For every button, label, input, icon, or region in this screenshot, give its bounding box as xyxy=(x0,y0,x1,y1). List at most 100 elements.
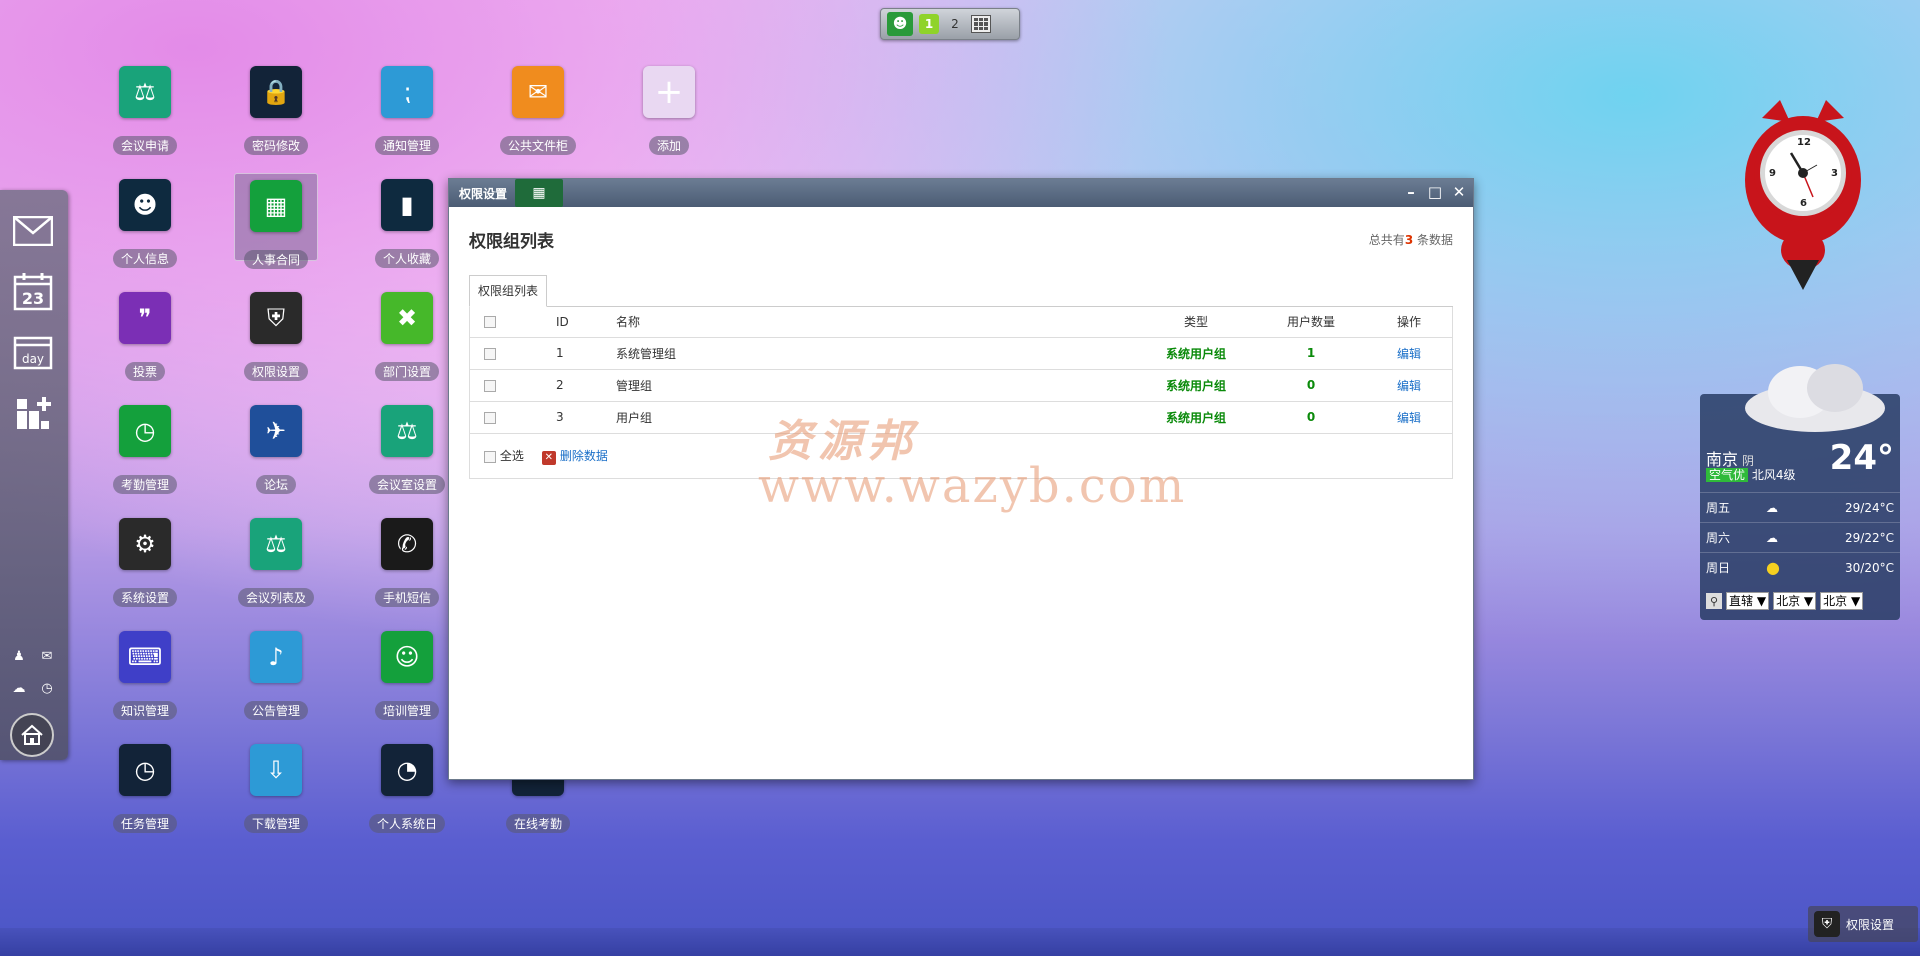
desktop-icon-label: 公告管理 xyxy=(243,701,308,720)
group-icon: ☺ xyxy=(381,631,433,683)
desktop-icon-label: 考勤管理 xyxy=(112,475,177,494)
grid-view-icon[interactable] xyxy=(971,15,991,33)
clock-icon: ◷ xyxy=(119,405,171,457)
user-group-icon[interactable]: ☻ xyxy=(887,12,913,36)
city-select[interactable]: 北京 ▼ xyxy=(1773,592,1817,610)
desktop-icon-label: 手机短信 xyxy=(374,588,439,607)
district-select-value: 北京 xyxy=(1823,594,1848,608)
clock-small-icon[interactable]: ◷ xyxy=(36,678,58,698)
fox-clock-widget[interactable]: 12 3 6 9 xyxy=(1742,100,1864,290)
province-select[interactable]: 直辖 ▼ xyxy=(1726,592,1770,610)
col-type: 类型 xyxy=(1136,307,1256,338)
edit-link[interactable]: 编辑 xyxy=(1366,369,1452,402)
dock-page-1[interactable]: 1 xyxy=(919,14,939,34)
phone-icon: ✆ xyxy=(381,518,433,570)
home-icon[interactable] xyxy=(10,713,54,757)
desktop-icon[interactable]: ⛨ 权限设置 xyxy=(234,286,318,381)
table-row: 3 用户组 系统用户组 0 编辑 xyxy=(470,401,1452,434)
bottom-taskbar xyxy=(0,928,1920,956)
header-checkbox[interactable] xyxy=(484,316,496,329)
desktop-icon[interactable]: ⌨ 知识管理 xyxy=(103,625,187,720)
desktop-icon-label: 通知管理 xyxy=(374,136,439,155)
close-icon[interactable]: ✕ xyxy=(1451,183,1467,201)
row-name: 管理组 xyxy=(616,369,1136,402)
row-id: 3 xyxy=(556,401,616,434)
desktop-icon[interactable]: ✉ 公共文件柜 xyxy=(496,60,580,155)
desktop-icon[interactable]: ⚙ 系统设置 xyxy=(103,512,187,607)
tab-permission-groups[interactable]: 权限组列表 xyxy=(469,275,548,307)
minimize-icon[interactable]: – xyxy=(1403,183,1419,201)
desktop-icon[interactable]: ⇩ 下载管理 xyxy=(234,738,318,833)
col-action: 操作 xyxy=(1366,307,1452,338)
table-row: 2 管理组 系统用户组 0 编辑 xyxy=(470,369,1452,402)
delete-button[interactable]: ✕ 删除数据 xyxy=(541,447,608,465)
desktop-icon[interactable]: ✖ 部门设置 xyxy=(365,286,449,381)
city-select-value: 北京 xyxy=(1776,594,1801,608)
mail-icon[interactable] xyxy=(12,210,54,252)
desktop-icon[interactable]: ◔ 个人系统日 xyxy=(365,738,449,833)
desktop-icon[interactable]: ▦ 人事合同 xyxy=(234,173,318,269)
dock-page-2[interactable]: 2 xyxy=(945,14,965,34)
desktop-icon-label: 在线考勤 xyxy=(505,814,570,833)
left-sidebar: 23 day ♟ ✉ ☁ ◷ xyxy=(0,190,68,760)
row-name: 系统管理组 xyxy=(616,337,1136,370)
edit-link[interactable]: 编辑 xyxy=(1366,401,1452,434)
col-name: 名称 xyxy=(616,307,1136,338)
desktop-icon[interactable]: ◷ 考勤管理 xyxy=(103,399,187,494)
plug-icon: ⚖ xyxy=(381,405,433,457)
search-icon[interactable]: ⚲ xyxy=(1706,593,1722,609)
settings-icon: ⚙ xyxy=(119,518,171,570)
desktop-icon[interactable]: 🔒 密码修改 xyxy=(234,60,318,155)
row-checkbox[interactable] xyxy=(484,347,496,360)
watermark-url: www.wazyb.com xyxy=(758,458,1187,514)
desktop-icon[interactable]: ◷ 任务管理 xyxy=(103,738,187,833)
forecast-day: 周五 xyxy=(1706,501,1731,515)
desktop-icon-label: 会议列表及 xyxy=(237,588,314,607)
desktop-icon[interactable]: ⁏ 通知管理 xyxy=(365,60,449,155)
desktop-icon[interactable]: ✆ 手机短信 xyxy=(365,512,449,607)
add-app-icon[interactable] xyxy=(12,392,54,434)
desktop-icon[interactable]: ☻ 个人信息 xyxy=(103,173,187,268)
province-select-value: 直辖 xyxy=(1729,594,1754,608)
desktop-icon[interactable]: ♪ 公告管理 xyxy=(234,625,318,720)
select-all-checkbox[interactable] xyxy=(484,450,496,463)
calendar-icon[interactable]: 23 xyxy=(12,270,54,312)
edit-link[interactable]: 编辑 xyxy=(1366,337,1452,370)
desktop-icon-label: 添加 xyxy=(648,136,689,155)
weather-temp: 24° xyxy=(1829,438,1894,478)
day-view-icon[interactable]: day xyxy=(12,332,54,374)
envelope-small-icon[interactable]: ✉ xyxy=(36,646,58,666)
table-row: 1 系统管理组 系统用户组 1 编辑 xyxy=(470,337,1452,370)
maximize-icon[interactable]: □ xyxy=(1427,183,1443,201)
desktop-icon[interactable]: ⚖ 会议申请 xyxy=(103,60,187,155)
weather-cloud-icon xyxy=(1745,364,1885,432)
record-count: 总共有3 条数据 xyxy=(1369,231,1453,248)
district-select[interactable]: 北京 ▼ xyxy=(1820,592,1864,610)
desktop-icon-label: 投票 xyxy=(124,362,165,381)
row-checkbox[interactable] xyxy=(484,411,496,424)
taskbar-window-button[interactable]: ⛨ 权限设置 xyxy=(1808,906,1918,942)
window-titlebar[interactable]: 权限设置 ▦ – □ ✕ xyxy=(449,179,1473,207)
weather-small-icon[interactable]: ☁ xyxy=(8,678,30,698)
plug-icon: ⚖ xyxy=(119,66,171,118)
rain-cloud-icon: ☁ xyxy=(1766,530,1778,545)
person-icon: ☻ xyxy=(119,179,171,231)
desktop-icon[interactable]: ☺ 培训管理 xyxy=(365,625,449,720)
desktop-icon[interactable]: ⚖ 会议列表及 xyxy=(234,512,318,607)
desktop-icon[interactable]: ❞ 投票 xyxy=(103,286,187,381)
plus-icon: + xyxy=(643,66,695,118)
desktop-icon[interactable]: ✈ 论坛 xyxy=(234,399,318,494)
xbox-icon: ✖ xyxy=(381,292,433,344)
row-checkbox[interactable] xyxy=(484,379,496,392)
row-count: 1 xyxy=(1256,337,1366,370)
desktop-icon[interactable]: + 添加 xyxy=(627,60,711,155)
desktop-icon-label: 培训管理 xyxy=(374,701,439,720)
desktop-icon[interactable]: ▮ 个人收藏 xyxy=(365,173,449,268)
desktop-icon[interactable]: ⚖ 会议室设置 xyxy=(365,399,449,494)
row-id: 2 xyxy=(556,369,616,402)
taskbar-window-label: 权限设置 xyxy=(1846,917,1895,932)
clock-hands-icon xyxy=(1789,152,1818,198)
trophy-icon[interactable]: ♟ xyxy=(8,646,30,666)
select-all[interactable]: 全选 xyxy=(484,447,524,464)
speaker-icon: ♪ xyxy=(250,631,302,683)
